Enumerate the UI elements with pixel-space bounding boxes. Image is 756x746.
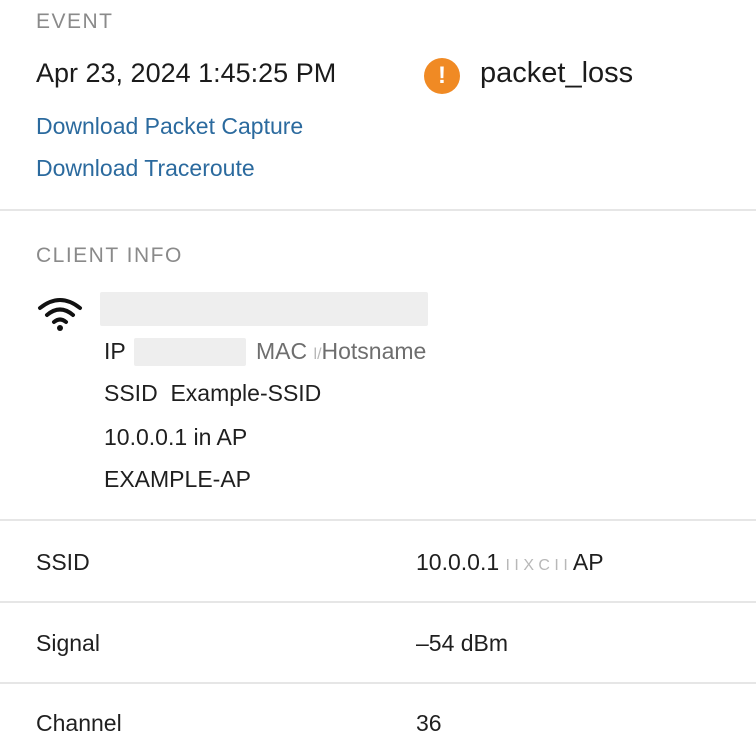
download-packet-capture-link[interactable]: Download Packet Capture — [36, 113, 303, 140]
row-channel-value: 36 — [416, 710, 442, 736]
divider — [0, 519, 756, 521]
row-ssid-suffix: AP — [572, 549, 604, 575]
row-channel-label: Channel — [36, 710, 122, 736]
divider — [0, 601, 756, 603]
row-signal-label: Signal — [36, 630, 100, 656]
event-type: packet_loss — [480, 57, 634, 89]
client-info-section-label: CLIENT INFO — [36, 244, 183, 267]
row-ssid-value: 10.0.0.1 I I X C I I AP — [416, 549, 604, 576]
row-ssid-faint: I I X C I I — [505, 557, 568, 574]
client-ssid-line: SSID Example-SSID — [104, 380, 321, 407]
ip-label: IP — [104, 338, 126, 364]
row-ssid-ip: 10.0.0.1 — [416, 549, 500, 575]
divider — [0, 209, 756, 211]
client-ap-line: 10.0.0.1 in AP — [104, 424, 248, 450]
wifi-icon — [38, 298, 82, 331]
row-ssid-label: SSID — [36, 549, 90, 575]
client-ip-mac-line: IP — [104, 338, 126, 365]
client-ap-name: EXAMPLE-AP — [104, 466, 251, 492]
divider — [0, 682, 756, 684]
exclamation-circle-icon: ! — [424, 58, 460, 94]
redacted-ip — [134, 338, 246, 366]
mac-hostname-line: MAC l/Hotsname — [256, 338, 426, 365]
client-ssid-value: Example-SSID — [170, 380, 322, 406]
mac-label: MAC — [256, 338, 308, 364]
event-section-label: EVENT — [36, 10, 114, 33]
hostname-label: Hotsname — [321, 338, 427, 364]
mac-separator: l/ — [313, 346, 322, 363]
client-ssid-label: SSID — [104, 380, 158, 406]
row-signal-value: –54 dBm — [416, 630, 509, 656]
redacted-client-name — [100, 292, 428, 326]
event-timestamp: Apr 23, 2024 1:45:25 PM — [36, 58, 337, 88]
download-traceroute-link[interactable]: Download Traceroute — [36, 155, 255, 182]
